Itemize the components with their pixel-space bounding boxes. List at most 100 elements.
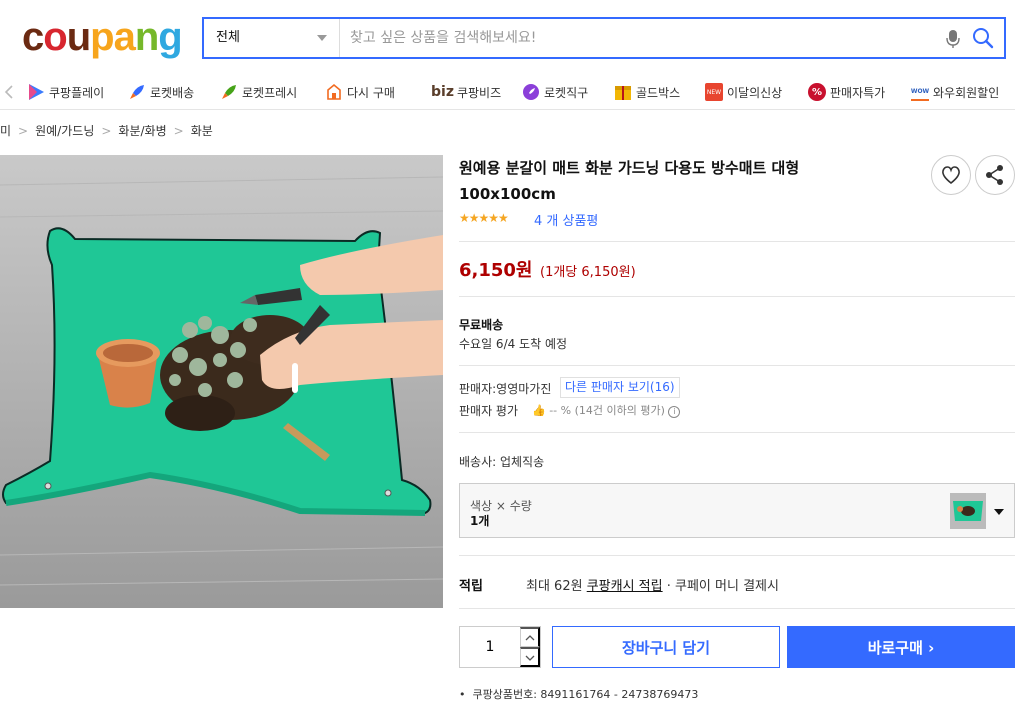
buy-now-button[interactable]: 바로구매 › (787, 626, 1015, 668)
breadcrumb-item[interactable]: 화분/화병 (118, 124, 166, 138)
rocket-global-icon (523, 84, 539, 100)
nav-item-goldbox[interactable]: 골드박스 (614, 79, 680, 105)
nav-item-label: 쿠팡플레이 (49, 85, 105, 100)
reward-label: 적립 (459, 579, 483, 594)
shipping-eta: 수요일 6/4 도착 예정 (459, 337, 568, 351)
nav-item-seller-deal[interactable]: % 판매자특가 (808, 79, 885, 105)
nav-item-label: 쿠팡비즈 (456, 85, 502, 100)
buy-now-label: 바로구매 (867, 638, 929, 657)
seller-deal-icon: % (808, 83, 826, 101)
seller-rating-label: 판매자 평가 (459, 404, 519, 418)
nav-item-biz[interactable]: biz 쿠팡비즈 (431, 79, 501, 105)
nav-item-wow[interactable]: WOW 와우회원할인 (911, 79, 999, 105)
heart-icon (942, 166, 960, 185)
chevron-down-icon (317, 35, 327, 41)
search-category-label: 전체 (216, 30, 240, 45)
breadcrumb-item[interactable]: 화분 (191, 124, 213, 138)
microphone-icon[interactable] (946, 29, 960, 49)
divider (459, 296, 1015, 297)
logo-letter: a (113, 15, 136, 59)
divider (459, 432, 1015, 433)
add-to-cart-button[interactable]: 장바구니 담기 (552, 626, 780, 668)
product-price: 6,150원 (459, 260, 533, 281)
new-icon: NEW (705, 83, 723, 101)
seller-rating-value: -- % (14건 이하의 평가) (549, 404, 665, 417)
chevron-right-icon: > (101, 124, 112, 138)
nav-item-new[interactable]: NEW 이달의신상 (705, 79, 782, 105)
coupang-logo[interactable]: coupang (22, 14, 183, 60)
bullet-icon: • (459, 688, 473, 701)
nav-item-rebuy[interactable]: 다시 구매 (325, 79, 395, 105)
reward-info: 최대 62원 쿠팡캐시 적립 · 쿠페이 머니 결제시 (526, 575, 779, 594)
coupang-play-icon (29, 84, 44, 100)
nav-item-rocket-delivery[interactable]: 로켓배송 (128, 79, 194, 105)
nav-item-rocket-fresh[interactable]: 로켓프레시 (220, 79, 297, 105)
product-title: 원예용 분갈이 매트 화분 가드닝 다용도 방수매트 대형 100x100cm (459, 159, 800, 203)
search-input[interactable] (340, 19, 900, 57)
quantity-stepper (459, 626, 541, 668)
share-button[interactable] (975, 155, 1015, 195)
wow-icon: WOW (911, 83, 929, 101)
chevron-left-icon[interactable] (4, 84, 14, 100)
product-image[interactable] (0, 155, 443, 608)
option-thumbnail (950, 493, 986, 529)
product-number: • 쿠팡상품번호: 8491161764 - 24738769473 (459, 686, 698, 702)
breadcrumb-item[interactable]: 원예/가드닝 (35, 124, 94, 138)
nav-item-rocket-global[interactable]: 로켓직구 (522, 79, 588, 105)
biz-icon: biz (431, 84, 454, 100)
quantity-decrease-button[interactable] (520, 647, 540, 667)
nav-item-coupang-play[interactable]: 쿠팡플레이 (27, 79, 104, 105)
reward-amount: 최대 62원 (526, 579, 583, 594)
reward-condition: · 쿠페이 머니 결제시 (666, 579, 779, 594)
chevron-right-icon: > (173, 124, 184, 138)
chevron-right-icon: › (928, 638, 935, 657)
logo-letter: g (158, 15, 182, 59)
nav-item-label: 와우회원할인 (933, 85, 1000, 100)
nav-item-label: 로켓배송 (150, 85, 195, 100)
seller-rating: 👍 -- % (14건 이하의 평가) i (532, 402, 681, 418)
nav-item-label: 골드박스 (636, 85, 681, 100)
review-count-link[interactable]: 4 개 상품평 (534, 210, 598, 229)
chevron-right-icon: > (18, 124, 29, 138)
unit-price: (1개당 6,150원) (540, 265, 636, 280)
quantity-increase-button[interactable] (520, 627, 540, 647)
info-icon[interactable]: i (668, 406, 681, 418)
nav-item-label: 판매자특가 (830, 85, 886, 100)
chevron-up-icon (525, 635, 535, 641)
option-value: 1개 (470, 514, 490, 528)
breadcrumb: 미 > 원예/가드닝 > 화분/화병 > 화분 (0, 122, 213, 139)
quantity-input[interactable] (460, 627, 520, 667)
logo-letter: p (90, 15, 114, 59)
divider (459, 365, 1015, 366)
chevron-down-icon (525, 655, 535, 661)
thumbs-up-icon: 👍 (532, 404, 546, 417)
carrier-info: 배송사: 업체직송 (459, 455, 545, 469)
logo-letter: o (43, 15, 67, 59)
logo-letter: c (22, 15, 44, 59)
share-icon (986, 165, 1003, 185)
seller-name: 판매자:영영마가진 (459, 382, 552, 396)
coupang-cash-link[interactable]: 쿠팡캐시 적립 (587, 579, 663, 594)
divider (459, 555, 1015, 556)
wishlist-button[interactable] (931, 155, 971, 195)
search-bar: 전체 (202, 17, 1006, 59)
search-icon[interactable] (972, 27, 994, 49)
divider (459, 608, 1015, 609)
goldbox-icon (615, 86, 631, 100)
option-select[interactable]: 색상 × 수량 1개 (459, 483, 1015, 538)
product-number-text: 쿠팡상품번호: 8491161764 - 24738769473 (472, 688, 699, 701)
rebuy-icon (327, 83, 341, 100)
nav-item-label: 다시 구매 (347, 85, 395, 100)
nav-item-label: 로켓프레시 (242, 85, 298, 100)
category-nav: 쿠팡플레이 로켓배송 로켓프레시 다시 구매 biz 쿠팡비즈 로켓직구 골드박… (0, 74, 1015, 110)
chevron-down-icon (994, 509, 1004, 515)
other-sellers-button[interactable]: 다른 판매자 보기(16) (560, 377, 680, 398)
rating-stars: ★★★★★ (459, 211, 509, 225)
shipping-label: 무료배송 (459, 318, 504, 332)
search-category-select[interactable]: 전체 (204, 19, 340, 57)
logo-letter: u (66, 15, 91, 59)
breadcrumb-item[interactable]: 미 (0, 124, 11, 138)
rocket-delivery-icon (130, 85, 144, 99)
nav-item-label: 이달의신상 (727, 85, 783, 100)
divider (459, 241, 1015, 242)
